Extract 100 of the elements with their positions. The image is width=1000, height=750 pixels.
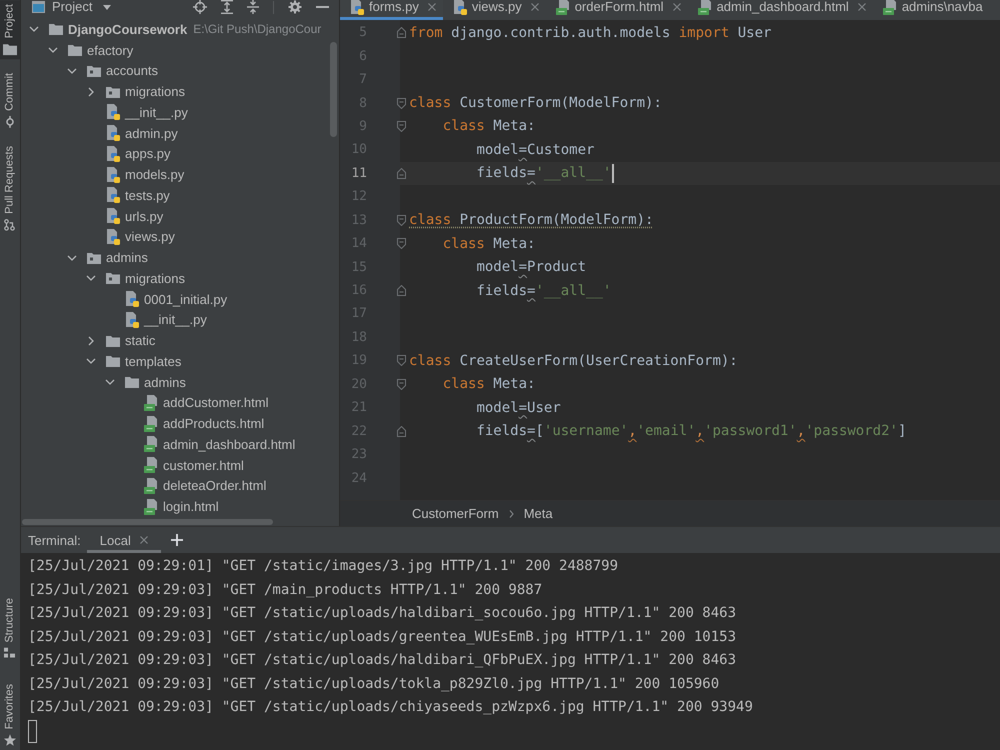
chevron-down-icon[interactable] (86, 273, 96, 284)
tool-window-button[interactable]: Pull Requests (0, 142, 20, 236)
line-number: 11 (351, 166, 367, 181)
tree-item[interactable]: admin.py (106, 122, 178, 144)
tree-item[interactable]: static (86, 330, 156, 351)
code-line: fields='__all__' (476, 282, 612, 299)
fold-end-icon[interactable] (396, 426, 406, 437)
chevron-right-icon[interactable] (86, 86, 96, 97)
star-icon (4, 734, 16, 746)
tree-item[interactable]: __init__.py (106, 102, 188, 123)
tree-item[interactable]: apps.py (106, 144, 171, 164)
breadcrumb[interactable]: CustomerForm (412, 506, 499, 521)
fold-end-icon[interactable] (396, 168, 406, 179)
python-file-icon (106, 125, 120, 142)
tree-item[interactable]: admins (105, 372, 186, 392)
code-line: model=Customer (476, 142, 594, 158)
html-file-icon (882, 0, 897, 15)
tree-item[interactable]: views.py (106, 226, 175, 248)
editor-tab[interactable]: forms.py (340, 0, 443, 20)
fold-start-icon[interactable] (396, 214, 406, 226)
editor-tab[interactable]: admins\navba (872, 0, 990, 20)
html-file-icon (144, 416, 158, 432)
tree-item[interactable]: tests.py (106, 185, 170, 206)
python-file-icon (106, 104, 120, 120)
chevron-right-icon[interactable] (86, 336, 96, 346)
tree-item[interactable]: accounts (67, 60, 158, 82)
code-line: model=User (476, 400, 561, 416)
chevron-down-icon[interactable] (86, 356, 96, 366)
scrollbar[interactable] (330, 42, 337, 137)
close-icon[interactable] (858, 3, 866, 11)
tree-item[interactable]: addCustomer.html (144, 392, 268, 414)
caret-icon[interactable] (103, 5, 112, 10)
html-file-icon (698, 0, 712, 15)
add-icon[interactable] (170, 534, 183, 546)
html-file-icon (144, 394, 158, 411)
code-line: from django.contrib.auth.models import User (409, 24, 772, 41)
chevron-down-icon[interactable] (29, 24, 39, 34)
python-file-icon (125, 291, 139, 308)
chevron-down-icon[interactable] (48, 45, 58, 56)
terminal-tab[interactable]: Local (86, 527, 161, 553)
tree-item[interactable]: admin_dashboard.html (144, 434, 296, 455)
chevron-down-icon[interactable] (67, 252, 77, 263)
tool-window-button[interactable]: Commit (0, 69, 20, 132)
fold-end-icon[interactable] (396, 27, 406, 38)
editor-tab[interactable]: views.py (442, 0, 546, 20)
editor-tab[interactable]: orderForm.html (546, 0, 688, 20)
tree-item[interactable]: migrations (86, 268, 185, 289)
chevron-right-icon (508, 510, 514, 518)
tree-item[interactable]: 0001_initial.py (125, 288, 228, 310)
fold-start-icon[interactable] (396, 120, 406, 132)
block-cursor-icon (28, 720, 37, 743)
expand-all-icon[interactable] (221, 0, 233, 14)
tree-item[interactable]: migrations (86, 81, 185, 102)
tree-item[interactable]: admins (67, 247, 148, 268)
tree-item[interactable]: deleteaOrder.html (144, 476, 266, 496)
breadcrumb[interactable]: Meta (524, 506, 553, 521)
panel-title[interactable]: Project (52, 0, 92, 14)
tool-window-button[interactable]: Project (0, 0, 20, 60)
close-icon[interactable] (530, 3, 539, 11)
folder-icon (3, 43, 17, 56)
close-icon[interactable] (140, 536, 148, 544)
settings-icon[interactable] (288, 0, 302, 14)
tool-window-button[interactable]: Favorites (0, 680, 20, 750)
terminal-line: [25/Jul/2021 09:29:03] "GET /static/uploads/tokla_p829Zl0.jpg HTTP/1.1" 200 105960 (28, 674, 720, 694)
terminal-line: [25/Jul/2021 09:29:01] "GET /static/images/3.jpg HTTP/1.1" 200 2488799 (28, 557, 618, 576)
close-icon[interactable] (428, 3, 436, 11)
close-icon[interactable] (672, 3, 681, 11)
tree-item[interactable]: urls.py (106, 206, 164, 226)
python-file-icon (106, 228, 120, 245)
tree-item[interactable]: templates (86, 351, 182, 372)
code-line: fields=['username','email','password1','password2'] (476, 423, 906, 440)
terminal-line: [25/Jul/2021 09:29:03] "GET /static/uploads/haldibari_QFbPuEX.jpg HTTP/1.1" 200 8463 (28, 651, 736, 670)
tree-item[interactable]: login.html (144, 496, 219, 517)
code-line: fields='__all__' (476, 165, 612, 182)
fold-start-icon[interactable] (396, 238, 406, 250)
collapse-all-icon[interactable] (247, 0, 259, 14)
code-line: class ProductForm(ModelForm): (409, 212, 654, 228)
scrollbar[interactable] (22, 519, 273, 525)
commit-icon (5, 116, 15, 128)
chevron-down-icon[interactable] (67, 66, 77, 76)
panel-icon (32, 1, 45, 13)
tree-item[interactable]: addProducts.html (144, 413, 264, 434)
fold-start-icon[interactable] (396, 98, 406, 109)
tree-item[interactable]: models.py (106, 164, 184, 185)
editor-tab[interactable]: admin_dashboard.html (688, 0, 873, 20)
tree-item[interactable]: DjangoCoursework E:\Git Push\DjangoCour (29, 19, 322, 40)
fold-end-icon[interactable] (396, 285, 406, 296)
tree-item[interactable]: customer.html (144, 454, 244, 476)
html-file-icon (144, 498, 158, 515)
panel-title: Terminal: (28, 532, 81, 548)
tree-item[interactable]: __init__.py (125, 310, 207, 330)
hierarchy-icon (4, 648, 16, 658)
fold-start-icon[interactable] (396, 378, 406, 390)
chevron-down-icon[interactable] (105, 377, 115, 388)
crosshair-icon[interactable] (193, 0, 207, 14)
fold-start-icon[interactable] (396, 355, 406, 366)
tree-item[interactable]: efactory (48, 40, 134, 60)
terminal-line: [25/Jul/2021 09:29:03] "GET /static/uploads/haldibari_socou6o.jpg HTTP/1.1" 200 8463 (28, 604, 736, 623)
package-folder-icon (106, 86, 120, 98)
tool-window-button[interactable]: Structure (0, 594, 20, 662)
